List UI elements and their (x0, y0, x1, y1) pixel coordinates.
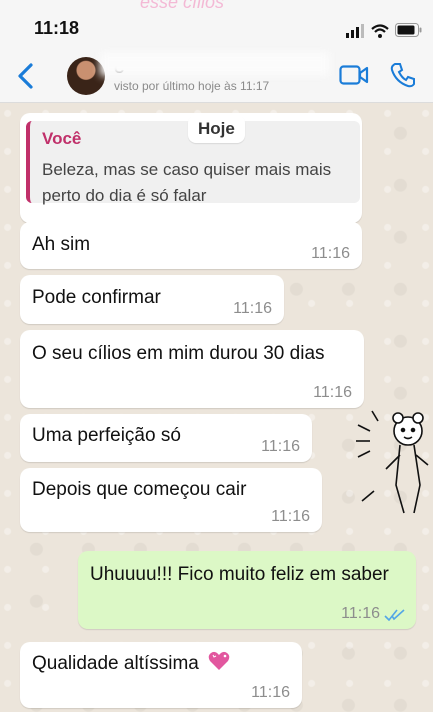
message-time: 11:16 (261, 438, 300, 455)
message-text: Uma perfeição só (32, 425, 181, 446)
day-label: Hoje (188, 115, 245, 143)
sparkling-heart-icon (208, 651, 230, 670)
last-seen: visto por último hoje às 11:17 (114, 79, 270, 93)
message-bubble[interactable]: O seu cílios em mim durou 30 dias 11:16 (20, 330, 364, 408)
message-text: Depois que começou cair (32, 479, 247, 500)
message-bubble[interactable]: Uma perfeição só 11:16 (20, 414, 312, 462)
quote-author: Você (42, 129, 82, 148)
status-time: 11:18 (34, 18, 80, 38)
message-time: 11:16 (313, 384, 352, 401)
chevron-left-icon[interactable] (14, 62, 38, 90)
status-bar: esse cílios 11:18 (0, 0, 433, 52)
message-text: Pode confirmar (32, 287, 161, 308)
wifi-icon (371, 24, 389, 38)
quote-text: Beleza, mas se caso quiser mais mais per… (42, 160, 332, 205)
story-overlay-text: esse cílios (140, 0, 225, 12)
message-text: O seu cílios em mim durou 30 dias (32, 343, 325, 364)
bear-doodle-icon (356, 410, 429, 514)
message-bubble[interactable]: Pode confirmar 11:16 (20, 275, 284, 324)
name-redaction (100, 52, 330, 76)
message-bubble[interactable]: Qualidade altíssima 11:16 (20, 642, 302, 708)
message-text: Qualidade altíssima (32, 653, 199, 674)
signal-icon (346, 24, 364, 38)
message-bubble[interactable]: Ah sim 11:16 (20, 222, 362, 269)
message-time: 11:16 (271, 508, 310, 525)
double-check-icon (384, 609, 405, 621)
message-time: 11:16 (341, 605, 380, 622)
message-text: Ah sim (32, 234, 91, 255)
chat-header: C visto por último hoje às 11:17 (0, 52, 433, 103)
message-time: 11:16 (311, 245, 350, 262)
message-time: 11:16 (251, 684, 290, 701)
message-bubble[interactable]: Depois que começou cair 11:16 (20, 468, 322, 532)
battery-icon (395, 23, 422, 37)
message-time: 11:16 (233, 300, 272, 317)
video-camera-icon[interactable] (339, 64, 369, 86)
message-text: Uhuuuu!!! Fico muito feliz em saber (90, 564, 389, 585)
phone-icon[interactable] (390, 62, 416, 88)
sent-message-bubble[interactable]: Uhuuuu!!! Fico muito feliz em saber 11:1… (78, 551, 416, 629)
